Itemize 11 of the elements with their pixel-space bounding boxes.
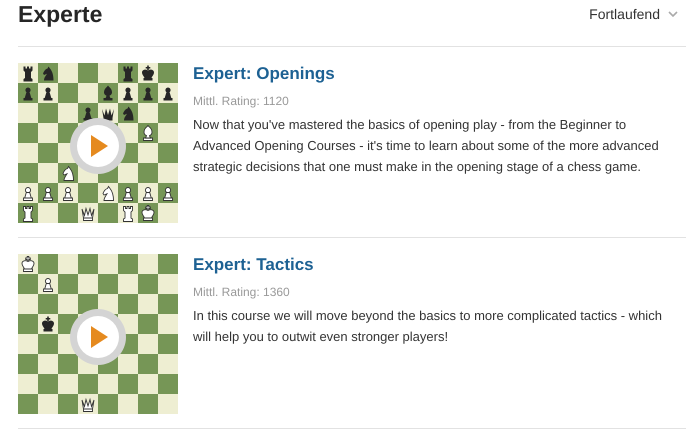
course-rating: Mittl. Rating: 1360 bbox=[193, 285, 291, 299]
course-rating: Mittl. Rating: 1120 bbox=[193, 94, 290, 108]
course-title[interactable]: Expert: Tactics bbox=[193, 255, 673, 275]
page-heading: Experte bbox=[18, 0, 102, 28]
course-description: Now that you've mastered the basics of opening play - from the Beginner to Advanced Opening Courses - it's time to learn about some of the more advanced strategic decisions that one must make in the opening stage of a chess game. bbox=[193, 116, 660, 176]
course-description: In this course we will move beyond the basics to more complicated tactics - which will help you to outwit even stronger players! bbox=[193, 307, 663, 346]
chessboard-drawing[interactable] bbox=[18, 63, 178, 223]
play-icon[interactable] bbox=[70, 309, 126, 365]
chevron-down-icon bbox=[668, 11, 678, 17]
sort-dropdown[interactable]: Fortlaufend bbox=[589, 6, 686, 22]
course-title[interactable]: Expert: Openings bbox=[193, 64, 673, 84]
